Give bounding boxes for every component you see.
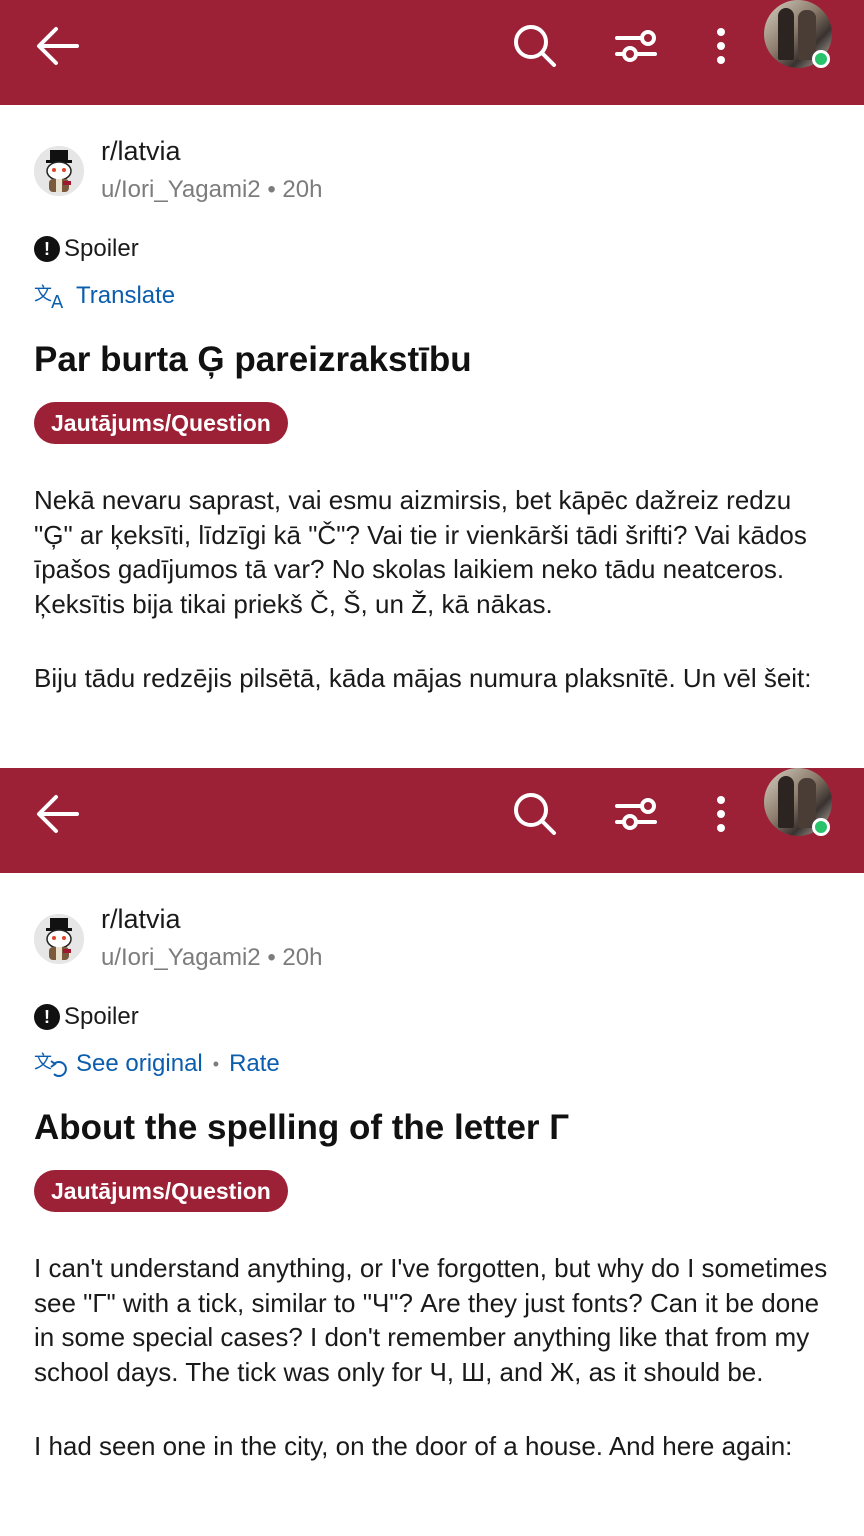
- post-age: 20h: [282, 944, 323, 971]
- post-flair[interactable]: Jautājums/Question: [34, 1170, 288, 1212]
- snoo-mascot-icon: [34, 146, 84, 196]
- search-button[interactable]: [504, 784, 566, 844]
- sliders-icon: [615, 798, 657, 830]
- alert-icon: !: [34, 236, 60, 262]
- post-flair[interactable]: Jautājums/Question: [34, 402, 288, 444]
- spoiler-tag: ! Spoiler: [34, 235, 139, 263]
- spoiler-label: Spoiler: [64, 235, 139, 262]
- search-icon: [514, 793, 556, 835]
- translate-revert-icon: 文: [34, 1052, 67, 1077]
- online-status-indicator: [812, 50, 830, 68]
- post-title[interactable]: About the spelling of the letter Г: [34, 1106, 834, 1150]
- spoiler-label: Spoiler: [64, 1003, 139, 1030]
- screen-original: r/latvia u/Iori_Yagami2 • 20h ! Spoiler …: [0, 0, 864, 768]
- screen-translated: r/latvia u/Iori_Yagami2 • 20h ! Spoiler …: [0, 768, 864, 1536]
- post-age: 20h: [282, 176, 323, 203]
- sliders-icon: [615, 30, 657, 62]
- post-body: I can't understand anything, or I've for…: [34, 1251, 834, 1504]
- separator-dot: •: [212, 1053, 220, 1074]
- post-meta: u/Iori_Yagami2 • 20h: [101, 176, 323, 203]
- top-app-bar: [0, 0, 864, 105]
- translate-row: 文A Translate: [34, 282, 175, 310]
- more-vertical-icon: [717, 796, 725, 832]
- subreddit-name[interactable]: r/latvia: [101, 904, 181, 935]
- more-vertical-icon: [717, 28, 725, 64]
- svg-text:文: 文: [34, 1052, 52, 1073]
- author-link[interactable]: u/Iori_Yagami2: [101, 944, 261, 971]
- post-title[interactable]: Par burta Ģ pareizrakstību: [34, 338, 834, 382]
- translate-icon: 文A: [34, 284, 64, 310]
- post-body: Nekā nevaru saprast, vai esmu aizmirsis,…: [34, 483, 834, 736]
- search-icon: [514, 25, 556, 67]
- body-paragraph: I had seen one in the city, on the door …: [34, 1431, 793, 1461]
- rate-link[interactable]: Rate: [229, 1050, 280, 1078]
- snoo-mascot-icon: [34, 914, 84, 964]
- author-link[interactable]: u/Iori_Yagami2: [101, 176, 261, 203]
- search-button[interactable]: [504, 16, 566, 76]
- translate-link[interactable]: Translate: [76, 282, 175, 310]
- back-button[interactable]: [26, 786, 90, 842]
- translate-row: 文 See original • Rate: [34, 1050, 280, 1078]
- more-options-button[interactable]: [698, 786, 744, 842]
- back-button[interactable]: [26, 18, 90, 74]
- alert-icon: !: [34, 1004, 60, 1030]
- arrow-left-icon: [37, 795, 79, 833]
- svg-text:A: A: [51, 292, 64, 310]
- body-paragraph: Biju tādu redzējis pilsētā, kāda mājas n…: [34, 663, 812, 693]
- see-original-link[interactable]: See original: [76, 1050, 203, 1078]
- filter-button[interactable]: [604, 18, 668, 74]
- subreddit-name[interactable]: r/latvia: [101, 136, 181, 167]
- filter-button[interactable]: [604, 786, 668, 842]
- body-paragraph: I can't understand anything, or I've for…: [34, 1253, 828, 1387]
- arrow-left-icon: [37, 27, 79, 65]
- subreddit-avatar[interactable]: [34, 146, 84, 196]
- body-paragraph: Nekā nevaru saprast, vai esmu aizmirsis,…: [34, 485, 807, 619]
- post-meta: u/Iori_Yagami2 • 20h: [101, 944, 323, 971]
- subreddit-avatar[interactable]: [34, 914, 84, 964]
- svg-text:文: 文: [34, 284, 52, 305]
- top-app-bar: [0, 768, 864, 873]
- more-options-button[interactable]: [698, 18, 744, 74]
- online-status-indicator: [812, 818, 830, 836]
- spoiler-tag: ! Spoiler: [34, 1003, 139, 1031]
